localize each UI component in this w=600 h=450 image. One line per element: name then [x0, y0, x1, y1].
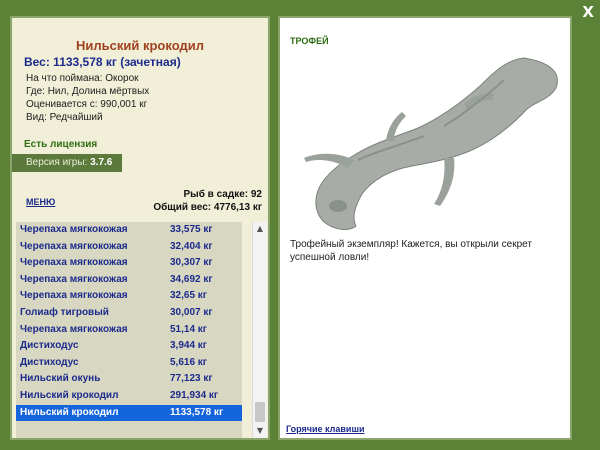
value-info: Оценивается с: 990,001 кг: [26, 99, 148, 110]
scroll-thumb[interactable]: [255, 402, 265, 422]
bait-info: На что поймана: Окорок: [26, 73, 139, 84]
catch-list-row[interactable]: Черепаха мягкокожая 30,307 кг: [16, 255, 242, 272]
catch-list[interactable]: Черепаха мягкокожая 33,575 кг Черепаха мяг…: [16, 222, 242, 438]
catch-fish-name: Черепаха мягкокожая: [20, 240, 128, 252]
catch-fish-name: Нильский крокодил: [20, 389, 119, 401]
catch-list-row[interactable]: Голиаф тигровый 30,007 кг: [16, 305, 242, 322]
catch-fish-weight: 32,404 кг: [170, 240, 213, 252]
version-number: 3.7.6: [90, 157, 113, 168]
fish-weight: Вес: 1133,578 кг (зачетная): [24, 55, 181, 69]
keepnet-count: Рыб в садке: 92: [183, 189, 262, 200]
version-label: Версия игры:: [26, 157, 88, 168]
catch-fish-weight: 30,007 кг: [170, 306, 213, 318]
game-version: Версия игры: 3.7.6: [12, 154, 122, 172]
scroll-down-icon[interactable]: ▼: [253, 424, 267, 438]
hotkeys-link[interactable]: Горячие клавиши: [286, 424, 364, 434]
catch-list-row[interactable]: Нильский крокодил 1133,578 кг: [16, 404, 242, 422]
catch-list-row[interactable]: Черепаха мягкокожая 51,14 кг: [16, 322, 242, 339]
catch-fish-name: Нильский крокодил: [20, 406, 119, 418]
scroll-up-icon[interactable]: ▲: [253, 222, 267, 236]
menu-button[interactable]: МЕНЮ: [26, 197, 55, 207]
catch-fish-weight: 291,934 кг: [170, 389, 219, 401]
license-status: Есть лицензия: [24, 139, 98, 150]
catch-list-row[interactable]: Дистиходус 5,616 кг: [16, 355, 242, 372]
close-button[interactable]: X: [582, 3, 594, 21]
catch-list-row[interactable]: Черепаха мягкокожая 34,692 кг: [16, 272, 242, 289]
catch-fish-name: Черепаха мягкокожая: [20, 323, 128, 335]
trophy-label: ТРОФЕЙ: [290, 36, 329, 46]
fish-info-panel: Нильский крокодил Вес: 1133,578 кг (заче…: [10, 16, 270, 440]
catch-fish-weight: 34,692 кг: [170, 273, 213, 285]
catch-fish-weight: 77,123 кг: [170, 373, 213, 385]
catch-fish-name: Черепаха мягкокожая: [20, 273, 128, 285]
trophy-panel: ТРОФЕЙ Трофейный экземпляр! Кажется, вы …: [278, 16, 572, 440]
location-info: Где: Нил, Долина мёртвых: [26, 86, 150, 97]
keepnet-summary: Рыб в садке: 92 Общий вес: 4776,13 кг: [153, 188, 262, 214]
catch-list-row[interactable]: Черепаха мягкокожая 33,575 кг: [16, 222, 242, 239]
trophy-message: Трофейный экземпляр! Кажется, вы открыли…: [290, 239, 532, 263]
catch-fish-weight: 1133,578 кг: [170, 406, 224, 418]
crocodile-image: [304, 57, 558, 230]
catch-fish-name: Черепаха мягкокожая: [20, 290, 128, 302]
catch-fish-weight: 51,14 кг: [170, 323, 207, 335]
catch-fish-name: Черепаха мягкокожая: [20, 257, 128, 269]
kind-info: Вид: Редчайший: [26, 112, 103, 123]
catch-fish-weight: 30,307 кг: [170, 257, 213, 269]
catch-list-row[interactable]: Черепаха мягкокожая 32,404 кг: [16, 239, 242, 256]
catch-fish-name: Дистиходус: [20, 356, 79, 368]
keepnet-total-weight: Общий вес: 4776,13 кг: [153, 202, 262, 213]
catch-list-row[interactable]: Нильский крокодил 291,934 кг: [16, 388, 242, 405]
fish-title: Нильский крокодил: [76, 38, 204, 53]
catch-fish-name: Нильский окунь: [20, 373, 101, 385]
catch-list-row[interactable]: Нильский окунь 77,123 кг: [16, 371, 242, 388]
catch-fish-weight: 5,616 кг: [170, 356, 207, 368]
catch-fish-weight: 32,65 кг: [170, 290, 207, 302]
catch-list-row[interactable]: Черепаха мягкокожая 32,65 кг: [16, 288, 242, 305]
catch-fish-name: Дистиходус: [20, 340, 79, 352]
catch-fish-weight: 33,575 кг: [170, 224, 213, 235]
catch-list-scrollbar[interactable]: ▲ ▼: [252, 222, 267, 438]
catch-fish-name: Голиаф тигровый: [20, 306, 109, 318]
catch-fish-weight: 3,944 кг: [170, 340, 207, 352]
catch-list-row[interactable]: Дистиходус 3,944 кг: [16, 338, 242, 355]
catch-fish-name: Черепаха мягкокожая: [20, 224, 128, 235]
